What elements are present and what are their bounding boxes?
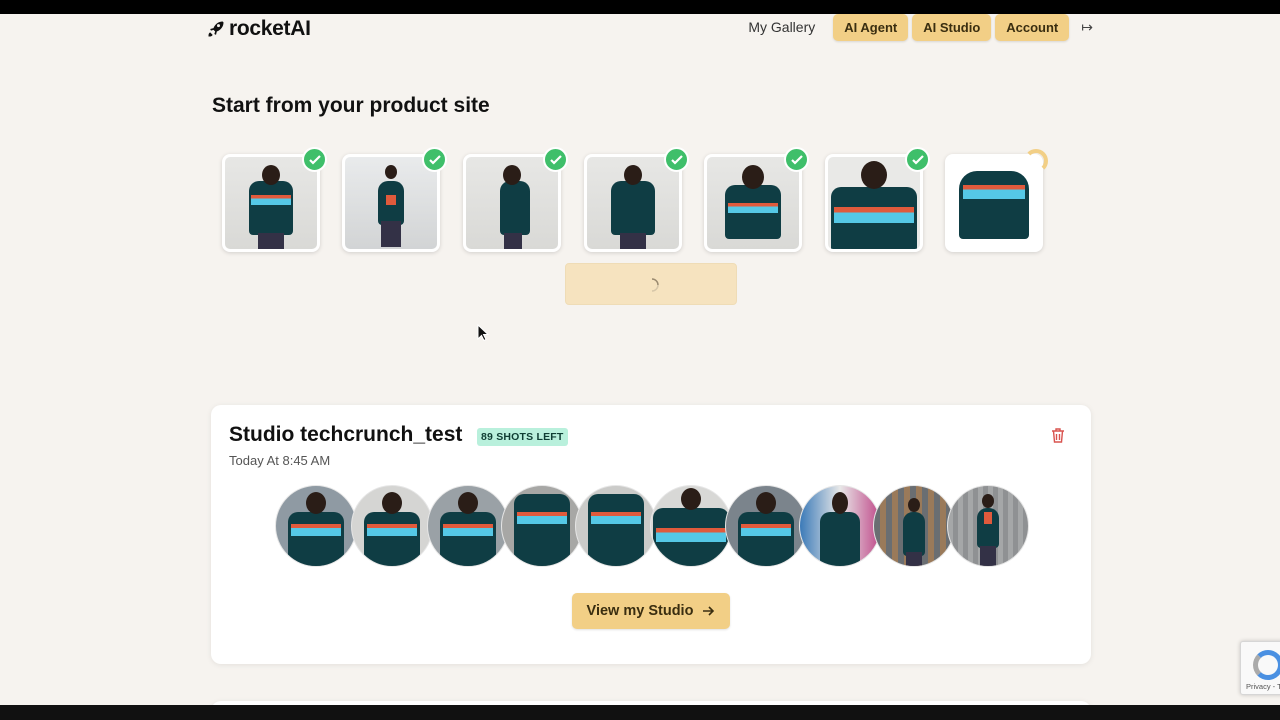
studio-shot[interactable] xyxy=(947,485,1029,567)
studio-shot[interactable] xyxy=(575,485,657,567)
studio-title: Studio techcrunch_test xyxy=(229,423,463,446)
product-image xyxy=(828,157,920,249)
product-thumbnail[interactable] xyxy=(704,147,809,252)
view-studio-label: View my Studio xyxy=(586,603,694,619)
check-icon xyxy=(905,147,930,172)
studio-shot[interactable] xyxy=(427,485,509,567)
product-thumbnail[interactable] xyxy=(463,147,568,252)
studio-card: Studio techcrunch_test 89 SHOTS LEFT Tod… xyxy=(211,405,1091,664)
loading-button[interactable] xyxy=(565,263,737,305)
studio-shot[interactable] xyxy=(351,485,433,567)
product-image xyxy=(466,157,558,249)
rocket-icon xyxy=(208,21,224,37)
product-thumbnail[interactable] xyxy=(584,147,689,252)
logo-text: rocketAI xyxy=(229,17,311,40)
top-nav: My Gallery AI Agent AI Studio Account ↦ xyxy=(748,14,1093,41)
bottom-bar xyxy=(0,705,1280,720)
studio-shot[interactable] xyxy=(725,485,807,567)
check-icon xyxy=(784,147,809,172)
logout-icon[interactable]: ↦ xyxy=(1081,19,1093,36)
section-title: Start from your product site xyxy=(212,94,490,117)
studio-shot[interactable] xyxy=(501,485,583,567)
product-thumbnail[interactable] xyxy=(945,149,1048,252)
check-icon xyxy=(543,147,568,172)
product-thumbnail[interactable] xyxy=(222,147,327,252)
studio-shot[interactable] xyxy=(799,485,881,567)
recaptcha-icon xyxy=(1253,650,1280,680)
recaptcha-text: Privacy - T xyxy=(1246,682,1280,691)
logo[interactable]: rocketAI xyxy=(206,17,311,41)
product-image xyxy=(707,157,799,249)
studio-timestamp: Today At 8:45 AM xyxy=(229,453,331,468)
product-thumbnail[interactable] xyxy=(825,147,930,252)
product-image xyxy=(948,157,1040,249)
studio-shot[interactable] xyxy=(275,485,357,567)
arrow-right-icon xyxy=(703,606,715,616)
check-icon xyxy=(302,147,327,172)
nav-ai-agent-button[interactable]: AI Agent xyxy=(833,14,909,41)
studio-shot[interactable] xyxy=(650,485,732,567)
shots-left-badge: 89 SHOTS LEFT xyxy=(477,428,568,446)
trash-icon[interactable] xyxy=(1051,428,1065,443)
product-thumbnails xyxy=(222,147,1052,254)
check-icon xyxy=(422,147,447,172)
product-thumbnail[interactable] xyxy=(342,147,447,252)
studio-shot[interactable] xyxy=(873,485,955,567)
nav-account-button[interactable]: Account xyxy=(995,14,1070,41)
studio-shots xyxy=(275,485,1035,569)
spinner-icon xyxy=(651,278,659,292)
recaptcha-badge[interactable]: Privacy - T xyxy=(1240,641,1280,695)
page: rocketAI My Gallery AI Agent AI Studio A… xyxy=(0,14,1280,705)
product-image xyxy=(345,157,437,249)
nav-ai-studio-button[interactable]: AI Studio xyxy=(912,14,992,41)
check-icon xyxy=(664,147,689,172)
product-image xyxy=(225,157,317,249)
nav-my-gallery[interactable]: My Gallery xyxy=(748,14,829,41)
view-studio-button[interactable]: View my Studio xyxy=(572,593,730,629)
product-image xyxy=(587,157,679,249)
spinner-icon xyxy=(1024,149,1048,173)
mouse-cursor-icon xyxy=(477,324,489,342)
